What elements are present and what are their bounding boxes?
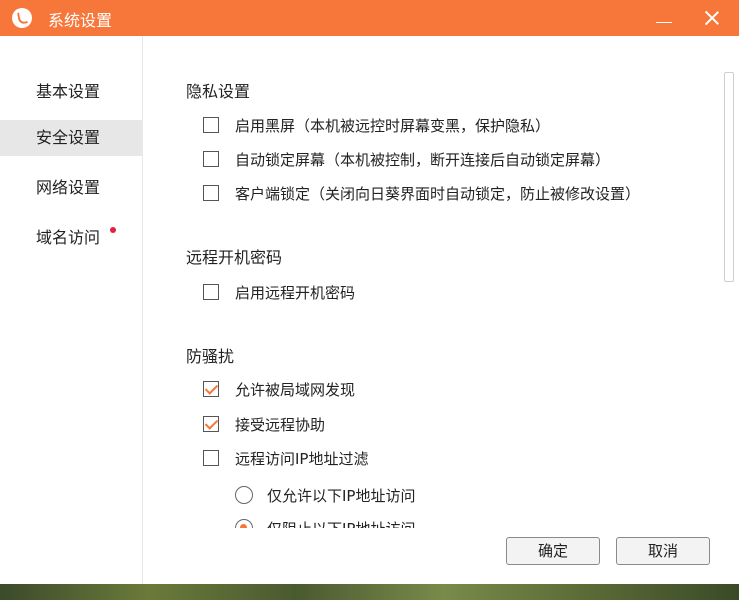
- sidebar-item-domain-access[interactable]: 域名访问: [0, 220, 142, 256]
- checkbox[interactable]: [203, 185, 219, 201]
- radio-button[interactable]: [235, 519, 253, 528]
- option-label: 客户端锁定（关闭向日葵界面时自动锁定，防止被修改设置）: [235, 185, 641, 203]
- checkbox[interactable]: [203, 151, 219, 167]
- notification-dot: [110, 227, 116, 233]
- checkbox[interactable]: [203, 284, 219, 300]
- sidebar-item-security[interactable]: 安全设置: [0, 120, 142, 156]
- option-label: 启用黑屏（本机被远控时屏幕变黑，保护隐私）: [235, 117, 551, 135]
- minimize-icon[interactable]: [652, 6, 676, 30]
- cancel-button[interactable]: 取消: [616, 537, 710, 565]
- title-bar: 系统设置: [0, 0, 739, 36]
- radio-label: 仅阻止以下IP地址访问: [267, 518, 415, 528]
- radio-label: 仅允许以下IP地址访问: [267, 487, 416, 505]
- sidebar-item-basic[interactable]: 基本设置: [0, 74, 142, 110]
- option-label: 远程访问IP地址过滤: [235, 450, 369, 468]
- settings-content[interactable]: 隐私设置 启用黑屏（本机被远控时屏幕变黑，保护隐私） 自动锁定屏幕（本机被控制，…: [143, 36, 739, 528]
- checkbox[interactable]: [203, 450, 219, 466]
- background-desktop-strip: [0, 584, 739, 600]
- sidebar-item-label: 网络设置: [36, 178, 101, 197]
- radio-button[interactable]: [235, 486, 253, 504]
- checkbox[interactable]: [203, 416, 219, 432]
- sunflower-logo-icon: [12, 8, 32, 28]
- section-title-remote-boot: 远程开机密码: [186, 248, 283, 267]
- close-icon[interactable]: [700, 6, 724, 30]
- section-title-privacy: 隐私设置: [186, 82, 251, 101]
- section-title-anti-harass: 防骚扰: [186, 347, 235, 366]
- option-label: 自动锁定屏幕（本机被控制，断开连接后自动锁定屏幕）: [235, 151, 611, 169]
- sidebar-item-label: 域名访问: [36, 228, 101, 247]
- option-label: 接受远程协助: [235, 416, 326, 434]
- scrollbar-thumb[interactable]: [724, 72, 734, 282]
- checkbox[interactable]: [203, 381, 219, 397]
- sidebar-item-label: 基本设置: [36, 82, 101, 101]
- window-title: 系统设置: [48, 11, 113, 30]
- option-label: 启用远程开机密码: [235, 284, 356, 302]
- sidebar-item-network[interactable]: 网络设置: [0, 170, 142, 206]
- dialog-footer: 确定 取消: [143, 528, 739, 584]
- sidebar-item-label: 安全设置: [36, 128, 101, 147]
- sidebar: 基本设置 安全设置 网络设置 域名访问: [0, 36, 143, 584]
- ok-button[interactable]: 确定: [506, 537, 600, 565]
- option-label: 允许被局域网发现: [235, 381, 356, 399]
- checkbox[interactable]: [203, 117, 219, 133]
